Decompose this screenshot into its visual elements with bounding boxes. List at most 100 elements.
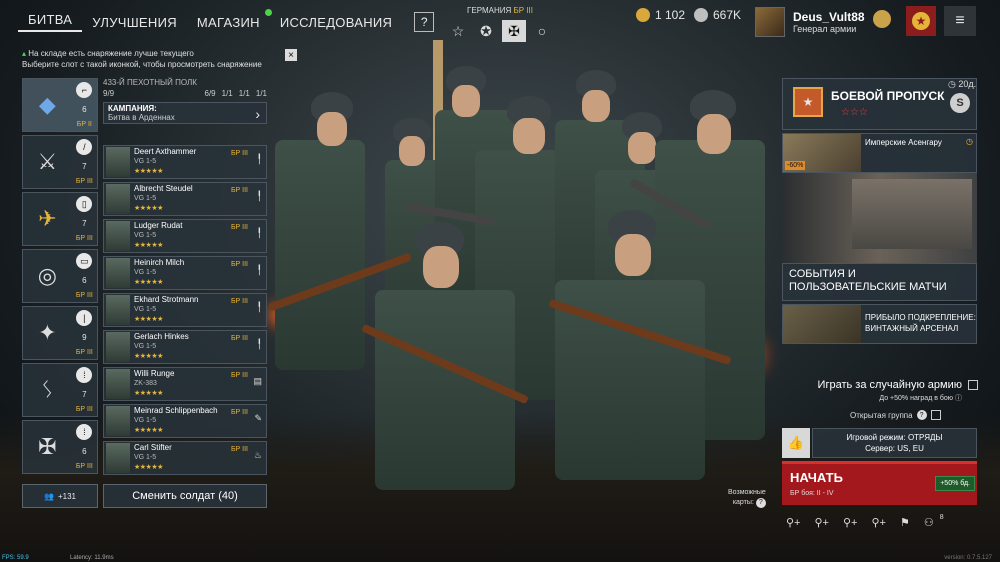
squad-slot[interactable]: ᛊ ⁞ 7 БР III xyxy=(22,363,98,417)
squad-count: 6 xyxy=(82,105,87,114)
events-button[interactable]: СОБЫТИЯ И ПОЛЬЗОВАТЕЛЬСКИЕ МАТЧИ xyxy=(782,263,977,301)
silver-coin-icon xyxy=(694,8,708,22)
season-badge: S xyxy=(950,93,970,113)
class-count: 1/1 xyxy=(238,89,250,98)
soldier-row[interactable]: Albrecht Steudel VG 1-5 ★★★★★ БР III ╿ xyxy=(103,182,267,216)
circle-icon[interactable]: ○ xyxy=(530,20,554,42)
reinforcement-card[interactable]: ПРИБЫЛО ПОДКРЕПЛЕНИЕ: ВИНТАЖНЫЙ АРСЕНАЛ xyxy=(782,304,977,344)
invite-friend-icon[interactable]: ⚲+ xyxy=(871,516,885,529)
squad-slot[interactable]: ◆ ⌐ 6 БР II xyxy=(22,78,98,132)
promo-card[interactable]: -60% Имперские Асенгару ◷ xyxy=(782,133,977,173)
campaign-name: Битва в Арденнах xyxy=(108,113,175,122)
battle-pass-icon: ★ xyxy=(793,87,823,117)
game-mode-row: 👍 Игровой режим: ОТРЯДЫ Сервер: US, EU xyxy=(782,428,977,458)
achievements-button[interactable]: ★ xyxy=(906,6,936,36)
tab-research[interactable]: ИССЛЕДОВАНИЯ xyxy=(270,15,402,30)
start-button[interactable]: НАЧАТЬ БР боя: II - IV +50% бд. xyxy=(782,461,977,505)
tab-shop[interactable]: МАГАЗИН xyxy=(187,8,272,30)
chevron-right-icon: › xyxy=(255,106,260,122)
squad-emblem-icon: ᛊ xyxy=(40,377,54,402)
soldier-stars: ★★★★★ xyxy=(134,464,163,471)
assault-class-icon: ▯ xyxy=(76,196,93,212)
battle-pass-title: БОЕВОЙ ПРОПУСК xyxy=(831,89,945,103)
soldier-br: БР III xyxy=(230,187,248,194)
class-count: 1/1 xyxy=(255,89,267,98)
reinforcement-image xyxy=(783,305,861,343)
squad-count: 7 xyxy=(82,390,87,399)
soldier-row[interactable]: Heinirch Milch VG 1-5 ★★★★★ БР III ╿ xyxy=(103,256,267,290)
cross-icon[interactable]: ✠ xyxy=(502,20,526,42)
soldier-br: БР III xyxy=(230,224,248,231)
help-button[interactable]: ? xyxy=(414,12,435,32)
random-army-sub: До +50% наград в бою xyxy=(879,395,954,402)
tank-class-icon: ▭ xyxy=(76,253,93,269)
squad-size: 9/9 xyxy=(103,89,115,98)
star-icon[interactable]: ☆ xyxy=(446,20,470,42)
manage-squads-button[interactable]: 👥 +131 xyxy=(22,484,98,508)
squad-slot[interactable]: ✦ | 9 БР III xyxy=(22,306,98,360)
campaign-selector[interactable]: КАМПАНИЯ: Битва в Арденнах › xyxy=(103,102,267,124)
social-toolbar: ⚲+ ⚲+ ⚲+ ⚲+ ⚑ ⚇ 8 xyxy=(786,514,944,529)
friends-count: 8 xyxy=(939,514,944,521)
roundel-icon[interactable]: ✪ xyxy=(474,20,498,42)
notice-line-2: Выберите слот с такой иконкой, чтобы про… xyxy=(22,60,262,69)
squad-count: 7 xyxy=(82,162,87,171)
question-icon[interactable]: ? xyxy=(755,498,766,508)
notice-close-button[interactable]: × xyxy=(285,49,297,61)
hamburger-icon: ≡ xyxy=(955,12,965,29)
invite-friend-icon[interactable]: ⚲+ xyxy=(786,516,800,529)
open-group-checkbox[interactable] xyxy=(930,410,941,420)
flag-icon[interactable]: ⚑ xyxy=(900,516,910,529)
game-mode-selector[interactable]: Игровой режим: ОТРЯДЫ Сервер: US, EU xyxy=(812,428,977,458)
soldier-row[interactable]: Carl Stifter VG 1-5 ★★★★★ БР III ♨ xyxy=(103,441,267,475)
soldier-weapon: VG 1-5 xyxy=(134,417,157,424)
soldier-portrait xyxy=(106,184,130,214)
squad-slot[interactable]: ✠ ⁞ 6 БР III xyxy=(22,420,98,474)
tab-upgrades[interactable]: УЛУЧШЕНИЯ xyxy=(82,15,187,30)
server-label: Сервер: US, EU xyxy=(865,444,924,453)
soldier-row[interactable]: Ekhard Strotmann VG 1-5 ★★★★★ БР III ╿ xyxy=(103,293,267,327)
squad-slot[interactable]: ✈ ▯ 7 БР III xyxy=(22,192,98,246)
soldier-stars: ★★★★★ xyxy=(134,353,163,360)
gold-currency[interactable]: 1 102 xyxy=(636,8,685,22)
soldier-row[interactable]: Meinrad Schlippenbach VG 1-5 ★★★★★ БР III ✎ xyxy=(103,404,267,438)
squad-slot[interactable]: ◎ ▭ 6 БР III xyxy=(22,249,98,303)
squad-slot[interactable]: ⚔ / 7 БР III xyxy=(22,135,98,189)
soldier-row[interactable]: Gerlach Hinkes VG 1-5 ★★★★★ БР III ╿ xyxy=(103,330,267,364)
soldier-weapon: ZK-383 xyxy=(134,380,157,387)
soldier-stars: ★★★★★ xyxy=(134,390,163,397)
invite-friend-icon[interactable]: ⚲+ xyxy=(843,516,857,529)
campaign-label: КАМПАНИЯ: xyxy=(108,104,157,113)
upgrade-arrow-icon: ▴ xyxy=(22,49,27,58)
featured-banner[interactable] xyxy=(782,173,977,263)
soldier-br: БР III xyxy=(230,409,248,416)
battle-br-label: БР боя: II - IV xyxy=(790,490,834,497)
invite-friend-icon[interactable]: ⚲+ xyxy=(814,516,828,529)
soldier-row[interactable]: Willi Runge ZK-383 ★★★★★ БР III ▤ xyxy=(103,367,267,401)
thumbs-up-button[interactable]: 👍 xyxy=(782,428,810,458)
soldier-row[interactable]: Ludger Rudat VG 1-5 ★★★★★ БР III ╿ xyxy=(103,219,267,253)
soldier-weapon: VG 1-5 xyxy=(134,232,157,239)
right-panel: ★ БОЕВОЙ ПРОПУСК ☆☆☆ S -60% Имперские Ас… xyxy=(782,78,977,344)
rifle-class-icon: ⌐ xyxy=(76,82,93,98)
squad-br: БР III xyxy=(75,463,93,470)
regiment-name: 433-Й ПЕХОТНЫЙ ПОЛК xyxy=(103,78,197,87)
player-rank: Генерал армии xyxy=(793,24,857,34)
silver-currency[interactable]: 667K xyxy=(694,8,741,22)
squad-count: 9 xyxy=(82,333,87,342)
version-label: version: 0.7.5.127 xyxy=(944,555,992,561)
promo-title: Имперские Асенгару xyxy=(865,138,942,147)
random-army-checkbox[interactable] xyxy=(968,380,978,390)
change-soldiers-button[interactable]: Сменить солдат (40) xyxy=(103,484,267,508)
question-icon[interactable]: ? xyxy=(916,410,927,420)
friends-icon[interactable]: ⚇ 8 xyxy=(924,514,944,529)
discount-badge: -60% xyxy=(785,161,806,170)
rifle-icon: ╿ xyxy=(256,302,262,312)
soldier-row[interactable]: Deert Axthammer VG 1-5 ★★★★★ БР III ╿ xyxy=(103,145,267,179)
squad-count: 6 xyxy=(82,276,87,285)
squad-emblem-icon: ✠ xyxy=(38,434,57,459)
squad-emblem-icon: ◆ xyxy=(38,92,56,117)
tab-battle[interactable]: БИТВА xyxy=(18,12,83,32)
battle-pass-days: ◷ 20д. xyxy=(948,79,1000,90)
menu-button[interactable]: ≡ xyxy=(944,6,976,36)
